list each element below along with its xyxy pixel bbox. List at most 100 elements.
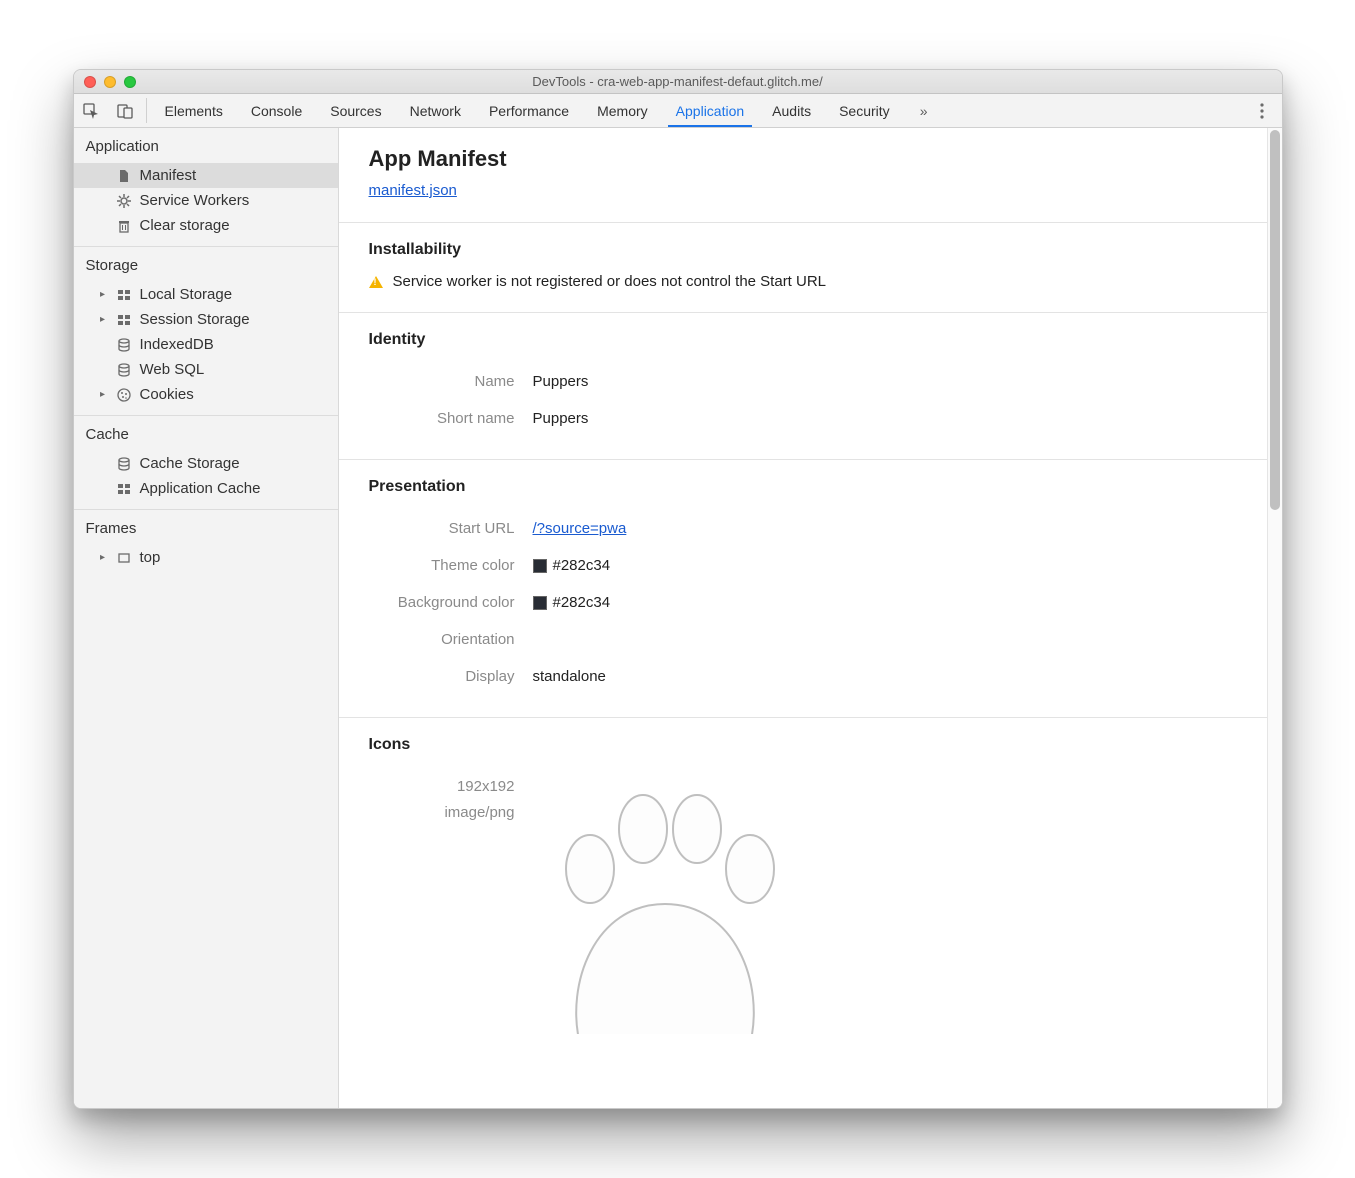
icon-mime: image/png [369, 800, 515, 826]
db-icon [116, 338, 132, 352]
toolbar-divider [146, 98, 147, 123]
sidebar-item-label: Manifest [140, 167, 197, 184]
panel-tabs: ElementsConsoleSourcesNetworkPerformance… [151, 94, 904, 127]
window-controls [84, 76, 136, 88]
icon-size: 192x192 [369, 774, 515, 800]
cookie-icon [116, 388, 132, 402]
sidebar-group-title: Application [74, 128, 338, 163]
app-icon-preview [535, 774, 795, 1034]
warning-icon [369, 276, 383, 288]
disclosure-triangle-icon: ▸ [98, 314, 108, 325]
value-theme-color: #282c34 [553, 557, 611, 574]
tab-network[interactable]: Network [396, 94, 475, 127]
sidebar-group-title: Cache [74, 415, 338, 451]
sidebar-item-top[interactable]: ▸ top [74, 545, 338, 570]
sidebar-item-label: Session Storage [140, 311, 250, 328]
sidebar-item-label: Cache Storage [140, 455, 240, 472]
sidebar-item-label: top [140, 549, 161, 566]
sidebar-item-cache-storage[interactable]: Cache Storage [74, 451, 338, 476]
label-short-name: Short name [369, 410, 515, 427]
sidebar-item-label: Local Storage [140, 286, 233, 303]
value-bg-color: #282c34 [553, 594, 611, 611]
label-bg-color: Background color [369, 594, 515, 611]
identity-section: Identity Name Puppers Short name Puppers [339, 312, 1267, 437]
window-title: DevTools - cra-web-app-manifest-defaut.g… [532, 74, 822, 89]
trash-icon [116, 219, 132, 233]
scrollbar[interactable] [1267, 128, 1282, 1108]
warning-text: Service worker is not registered or does… [393, 273, 827, 290]
tab-security[interactable]: Security [825, 94, 904, 127]
sidebar-item-label: Clear storage [140, 217, 230, 234]
sidebar-item-label: IndexedDB [140, 336, 214, 353]
inspect-element-button[interactable] [74, 94, 108, 127]
sidebar-item-cookies[interactable]: ▸ Cookies [74, 382, 338, 407]
disclosure-triangle-icon: ▸ [98, 552, 108, 563]
main-panel: App Manifest manifest.json Installabilit… [339, 128, 1267, 1108]
tab-memory[interactable]: Memory [583, 94, 662, 127]
sidebar-item-label: Web SQL [140, 361, 205, 378]
titlebar: DevTools - cra-web-app-manifest-defaut.g… [74, 70, 1282, 94]
value-start-url[interactable]: /?source=pwa [533, 520, 627, 537]
sidebar-item-label: Cookies [140, 386, 194, 403]
icon-meta: 192x192 image/png [369, 774, 515, 825]
kebab-menu-button[interactable] [1242, 94, 1282, 127]
tab-console[interactable]: Console [237, 94, 316, 127]
gear-icon [116, 194, 132, 208]
value-display: standalone [533, 668, 606, 685]
device-toolbar-button[interactable] [108, 94, 142, 127]
sidebar-item-web-sql[interactable]: Web SQL [74, 357, 338, 382]
icons-section: Icons 192x192 image/png [339, 717, 1267, 1034]
sidebar-group-title: Storage [74, 246, 338, 282]
file-icon [116, 169, 132, 183]
sidebar-item-label: Service Workers [140, 192, 250, 209]
devtools-window: DevTools - cra-web-app-manifest-defaut.g… [73, 69, 1283, 1109]
scrollbar-thumb[interactable] [1270, 130, 1280, 510]
tab-sources[interactable]: Sources [316, 94, 395, 127]
label-start-url: Start URL [369, 520, 515, 537]
label-name: Name [369, 373, 515, 390]
sidebar-item-indexeddb[interactable]: IndexedDB [74, 332, 338, 357]
sidebar-item-local-storage[interactable]: ▸ Local Storage [74, 282, 338, 307]
sidebar-group-title: Frames [74, 509, 338, 545]
close-window-button[interactable] [84, 76, 96, 88]
grid-icon [116, 482, 132, 496]
sidebar-item-application-cache[interactable]: Application Cache [74, 476, 338, 501]
content: Application Manifest Service Workers Clear … [74, 128, 1282, 1108]
frame-icon [116, 551, 132, 565]
sidebar-item-manifest[interactable]: Manifest [74, 163, 338, 188]
section-title: Identity [369, 331, 1237, 349]
sidebar-item-clear-storage[interactable]: Clear storage [74, 213, 338, 238]
theme-color-swatch [533, 559, 547, 573]
value-name: Puppers [533, 373, 589, 390]
disclosure-triangle-icon: ▸ [98, 289, 108, 300]
chevron-right-icon: » [920, 103, 928, 119]
disclosure-triangle-icon: ▸ [98, 389, 108, 400]
zoom-window-button[interactable] [124, 76, 136, 88]
section-title: Icons [369, 736, 1237, 754]
value-short-name: Puppers [533, 410, 589, 427]
tabs-overflow-button[interactable]: » [904, 94, 944, 127]
sidebar-item-session-storage[interactable]: ▸ Session Storage [74, 307, 338, 332]
tab-performance[interactable]: Performance [475, 94, 583, 127]
installability-warning: Service worker is not registered or does… [369, 273, 1237, 290]
minimize-window-button[interactable] [104, 76, 116, 88]
installability-section: Installability Service worker is not reg… [339, 222, 1267, 290]
label-display: Display [369, 668, 515, 685]
db-icon [116, 457, 132, 471]
bg-color-swatch [533, 596, 547, 610]
tab-elements[interactable]: Elements [151, 94, 237, 127]
section-title: Presentation [369, 478, 1237, 496]
tab-audits[interactable]: Audits [758, 94, 825, 127]
sidebar-item-service-workers[interactable]: Service Workers [74, 188, 338, 213]
tab-application[interactable]: Application [662, 94, 759, 127]
section-title: Installability [369, 241, 1237, 259]
page-title: App Manifest [369, 146, 1237, 172]
db-icon [116, 363, 132, 377]
manifest-link[interactable]: manifest.json [369, 182, 457, 199]
sidebar: Application Manifest Service Workers Clear … [74, 128, 339, 1108]
sidebar-item-label: Application Cache [140, 480, 261, 497]
toolbar: ElementsConsoleSourcesNetworkPerformance… [74, 94, 1282, 128]
grid-icon [116, 288, 132, 302]
label-orientation: Orientation [369, 631, 515, 648]
label-theme-color: Theme color [369, 557, 515, 574]
